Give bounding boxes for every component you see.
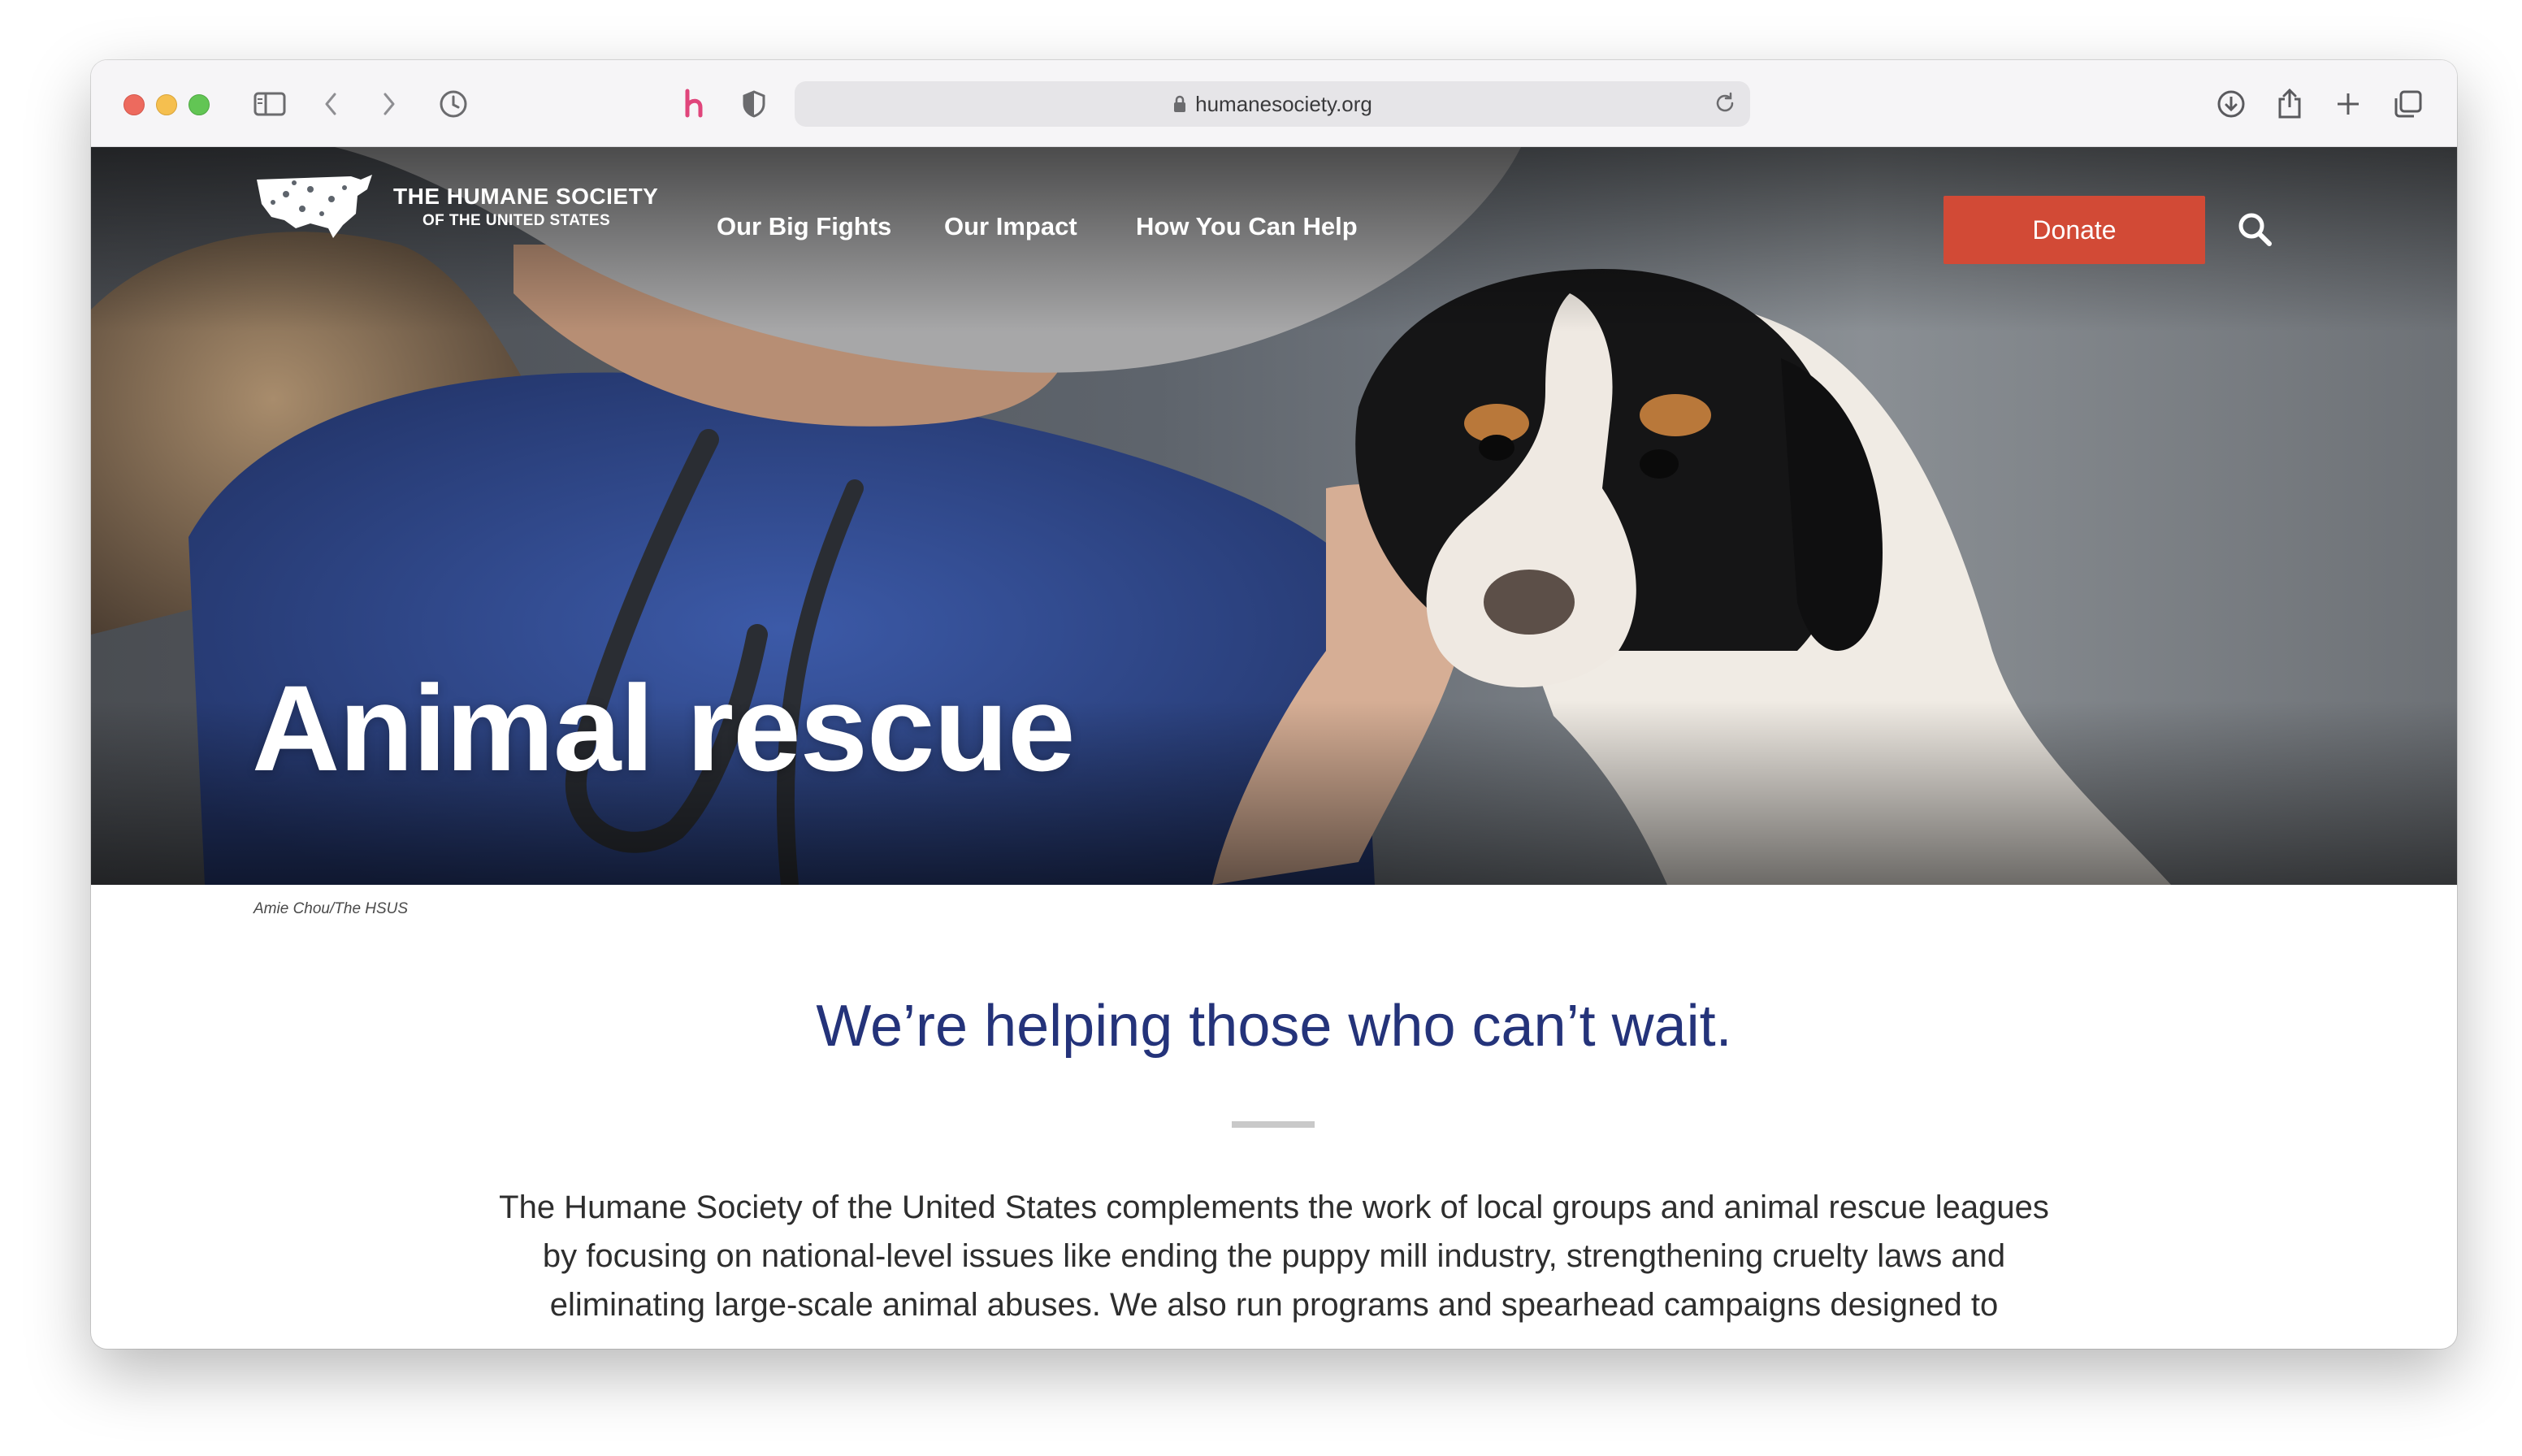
section-headline: We’re helping those who can’t wait. [816,994,1732,1059]
lock-icon [1172,94,1187,114]
minimize-window-button[interactable] [156,94,177,115]
nav-how-you-can-help[interactable]: How You Can Help [1136,212,1358,241]
address-bar[interactable]: humanesociety.org [795,81,1750,127]
sidebar-icon[interactable] [250,84,289,124]
search-icon[interactable] [2236,210,2273,252]
history-icon[interactable] [434,84,473,124]
honey-extension-icon[interactable] [674,84,713,124]
donate-button[interactable]: Donate [1944,196,2205,264]
tabs-overview-icon[interactable] [2389,84,2428,124]
nav-our-impact[interactable]: Our Impact [944,212,1077,241]
close-window-button[interactable] [124,94,145,115]
browser-toolbar: humanesociety.org [91,60,2457,147]
hero-banner: THE HUMANE SOCIETY OF THE UNITED STATES … [91,147,2457,885]
intro-paragraph: The Humane Society of the United States … [499,1190,2049,1323]
zoom-window-button[interactable] [188,94,210,115]
back-icon[interactable] [312,84,351,124]
photo-credit: Amie Chou/The HSUS [254,900,409,917]
new-tab-icon[interactable] [2329,84,2368,124]
browser-window: humanesociety.org THE HUMANE SOCIETY OF … [91,60,2457,1349]
us-map-animals-logo-icon [257,175,372,238]
nav-our-big-fights[interactable]: Our Big Fights [717,212,891,241]
url-text: humanesociety.org [1195,91,1372,116]
share-icon[interactable] [2270,84,2309,124]
privacy-shield-icon[interactable] [734,84,774,124]
logo-line-1: THE HUMANE SOCIETY [393,183,659,209]
reload-icon[interactable] [1713,91,1737,121]
hero-title: Animal rescue [252,660,1075,796]
forward-icon[interactable] [369,84,408,124]
download-icon[interactable] [2212,84,2251,124]
hsus-logo[interactable]: THE HUMANE SOCIETY OF THE UNITED STATES [254,171,658,241]
headline-divider [1232,1121,1315,1128]
logo-line-2: OF THE UNITED STATES [422,211,611,229]
